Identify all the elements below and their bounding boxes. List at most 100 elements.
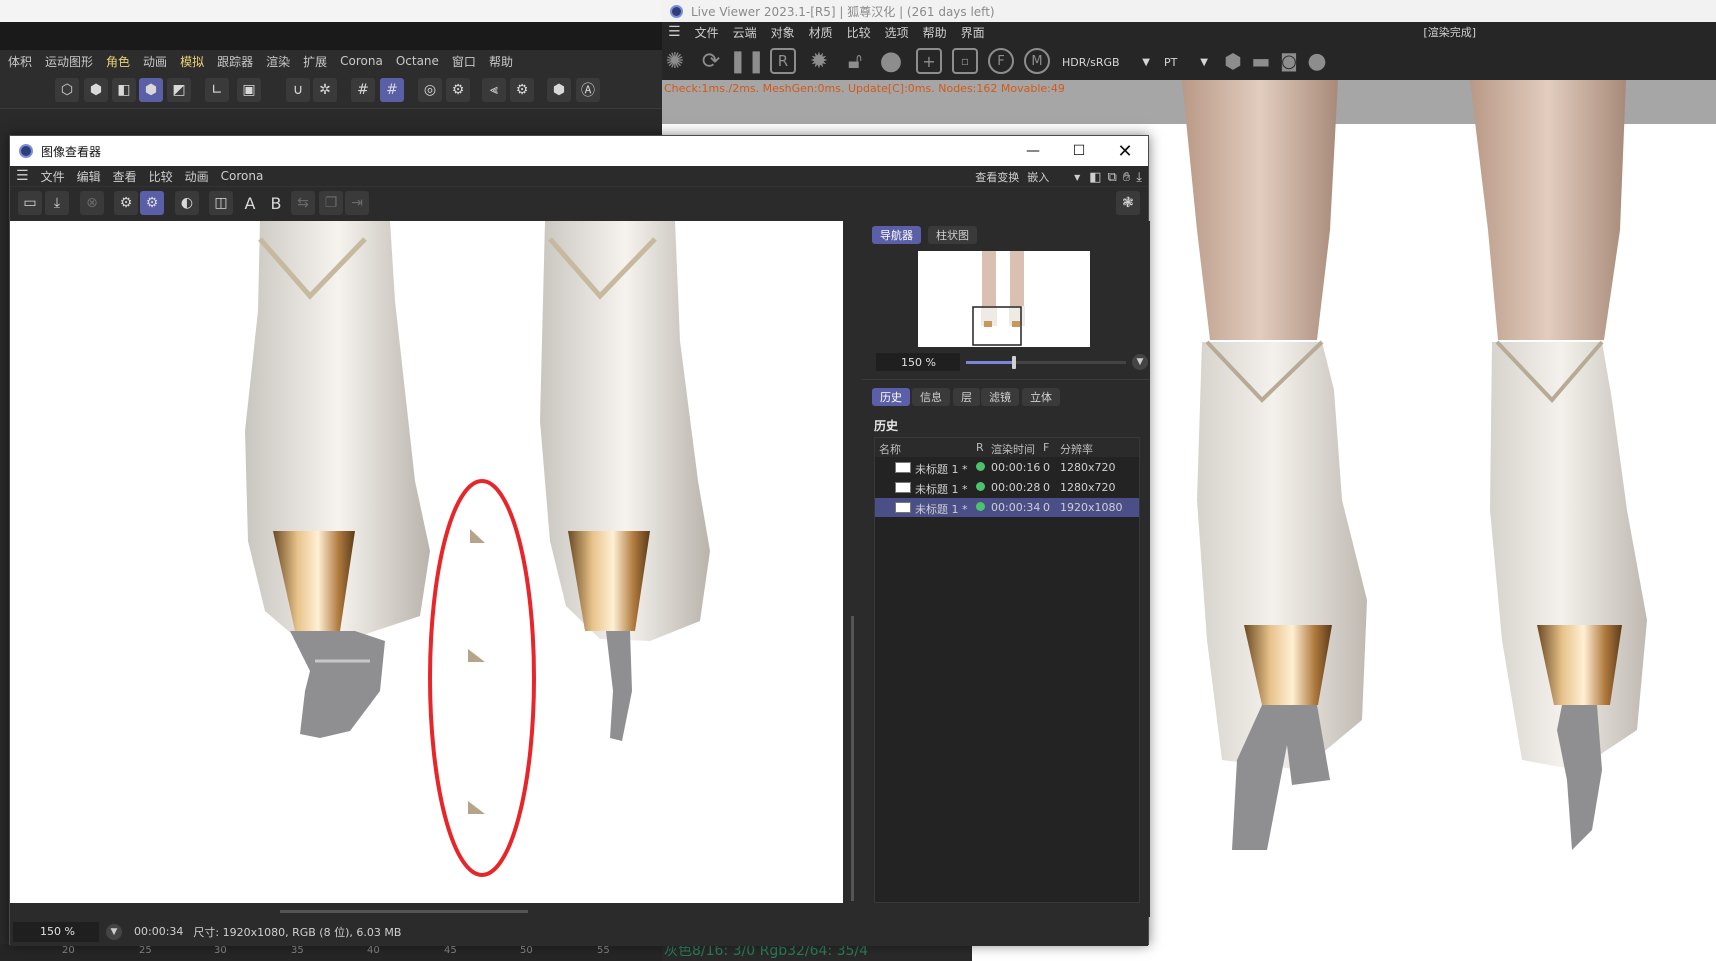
target-icon[interactable]: ◎ xyxy=(418,78,442,102)
c4d-menu-volume[interactable]: 体积 xyxy=(8,53,32,70)
vertical-scroll-thumb[interactable] xyxy=(851,616,854,901)
tab-stereo[interactable]: 立体 xyxy=(1022,388,1060,406)
compare-a-button[interactable]: A xyxy=(238,191,262,215)
render-view-icon[interactable]: ⚙ xyxy=(114,191,138,215)
history-row[interactable]: 未标题 1 * 00:00:28 0 1280x720 xyxy=(875,478,1139,497)
workplane-icon[interactable]: # xyxy=(380,78,404,102)
axis-icon[interactable]: ∟ xyxy=(205,78,229,102)
lv-menu-material[interactable]: 材质 xyxy=(809,24,833,41)
magnet-icon[interactable]: ∪ xyxy=(286,78,310,102)
hexagon-icon[interactable]: ⬢ xyxy=(1220,48,1246,74)
compare-b-button[interactable]: B xyxy=(264,191,288,215)
lock-icon[interactable]: 🔓︎ xyxy=(842,48,868,74)
c4d-menu-octane[interactable]: Octane xyxy=(396,54,439,68)
chevron-down-icon[interactable]: ▼ xyxy=(1132,354,1148,370)
c4d-menu-mograph[interactable]: 运动图形 xyxy=(45,53,93,70)
lv-menu-file[interactable]: 文件 xyxy=(695,24,719,41)
layers-icon[interactable]: ❐ xyxy=(319,191,343,215)
engine-select[interactable]: PT ▼ xyxy=(1160,52,1212,72)
grid-icon[interactable]: # xyxy=(351,78,375,102)
focus-icon[interactable]: F xyxy=(988,48,1014,74)
open-folder-icon[interactable]: ▭ xyxy=(18,191,42,215)
external-window-icon[interactable]: ⧉ xyxy=(1108,170,1117,185)
c4d-menu-tracker[interactable]: 跟踪器 xyxy=(217,53,253,70)
settings-icon[interactable]: ⚙ xyxy=(510,78,534,102)
c4d-menu-animate[interactable]: 动画 xyxy=(143,53,167,70)
split-view-icon[interactable]: ◧ xyxy=(1089,170,1101,185)
camera-icon[interactable]: ◙ xyxy=(1276,48,1302,74)
c4d-menu-window[interactable]: 窗口 xyxy=(452,53,476,70)
tab-navigator[interactable]: 导航器 xyxy=(872,226,921,244)
symmetry-icon[interactable]: ⫷ xyxy=(482,78,506,102)
lv-menu-interface[interactable]: 界面 xyxy=(961,24,985,41)
add-region-icon[interactable]: + xyxy=(916,48,942,74)
zoom-slider-knob[interactable] xyxy=(1012,356,1016,369)
pan-hand-icon[interactable]: ✋︎ xyxy=(1123,170,1130,185)
lv-menu-object[interactable]: 对象 xyxy=(771,24,795,41)
horizontal-scrollbar[interactable] xyxy=(10,906,858,916)
swap-ab-icon[interactable]: ⇆ xyxy=(291,191,315,215)
refresh-icon[interactable]: ⟳ xyxy=(698,48,724,74)
history-row[interactable]: 未标题 1 * 00:00:16 0 1280x720 xyxy=(875,458,1139,477)
export-icon[interactable]: ⇥ xyxy=(345,191,369,215)
c4d-menu-extensions[interactable]: 扩展 xyxy=(303,53,327,70)
c4d-menu-render[interactable]: 渲染 xyxy=(266,53,290,70)
render-region-icon[interactable]: ⚙ xyxy=(140,191,164,215)
tonemap-select[interactable]: HDR/sRGB ▼ xyxy=(1058,52,1154,72)
maximize-icon[interactable]: ☐ xyxy=(1056,136,1102,166)
channels-icon[interactable]: ❃ xyxy=(1116,191,1140,215)
navigator-zoom-field[interactable]: 150 % xyxy=(876,353,960,371)
texture-mode-icon[interactable]: ◩ xyxy=(167,78,191,102)
snap-settings-icon[interactable]: ✲ xyxy=(313,78,337,102)
solo-icon[interactable]: ▣ xyxy=(237,78,261,102)
zoom-field[interactable]: 150 % xyxy=(13,921,99,942)
settings-gear-icon[interactable]: ✹ xyxy=(806,48,832,74)
pin-icon[interactable]: ⤓ xyxy=(1136,170,1142,185)
iv-menu-edit[interactable]: 编辑 xyxy=(77,168,101,185)
auto-icon[interactable]: Ⓐ xyxy=(576,78,600,102)
contrast-icon[interactable]: ◐ xyxy=(175,191,199,215)
edges-mode-icon[interactable]: ⬢ xyxy=(84,78,108,102)
polygons-mode-icon[interactable]: ◧ xyxy=(112,78,136,102)
iv-menu-view[interactable]: 查看 xyxy=(113,168,137,185)
c4d-menu-help[interactable]: 帮助 xyxy=(489,53,513,70)
tab-history[interactable]: 历史 xyxy=(872,388,910,406)
save-icon[interactable]: ⤓ xyxy=(45,191,69,215)
material-ball-icon[interactable]: ● xyxy=(878,46,904,76)
c4d-menu-character[interactable]: 角色 xyxy=(106,53,130,70)
tab-info[interactable]: 信息 xyxy=(912,388,950,406)
c4d-menu-simulate[interactable]: 模拟 xyxy=(180,53,204,70)
material-pick-icon[interactable]: M xyxy=(1024,48,1050,74)
navigator-thumbnail[interactable] xyxy=(918,251,1090,347)
render-icon[interactable]: ⬢ xyxy=(547,78,571,102)
horizontal-scroll-thumb[interactable] xyxy=(280,910,528,913)
film-icon[interactable]: ▬ xyxy=(1248,48,1274,74)
stop-render-icon[interactable]: ⊗ xyxy=(80,191,104,215)
vertical-scrollbar[interactable] xyxy=(847,221,857,903)
circle-icon[interactable]: ● xyxy=(1304,48,1330,74)
hamburger-menu-icon[interactable]: ☰ xyxy=(668,24,681,40)
lv-menu-options[interactable]: 选项 xyxy=(885,24,909,41)
region-render-icon[interactable]: R xyxy=(770,48,796,74)
tab-filters[interactable]: 滤镜 xyxy=(981,388,1019,406)
c4d-menu-corona[interactable]: Corona xyxy=(340,54,383,68)
tab-histogram[interactable]: 柱状图 xyxy=(928,226,977,244)
iv-menu-corona[interactable]: Corona xyxy=(221,169,264,183)
navigator-zoom-slider[interactable] xyxy=(966,356,1126,369)
region-box-icon[interactable]: ▫ xyxy=(952,48,978,74)
lv-menu-compare[interactable]: 比较 xyxy=(847,24,871,41)
image-viewer-canvas[interactable] xyxy=(10,221,843,903)
iv-menu-compare[interactable]: 比较 xyxy=(149,168,173,185)
minimize-icon[interactable]: — xyxy=(1010,136,1056,166)
tab-layers[interactable]: 层 xyxy=(953,388,980,406)
model-mode-icon[interactable]: ⬢ xyxy=(139,78,163,102)
compare-split-icon[interactable]: ◫ xyxy=(209,191,233,215)
chevron-down-icon[interactable]: ▼ xyxy=(106,923,122,940)
lv-menu-help[interactable]: 帮助 xyxy=(923,24,947,41)
gear-icon[interactable]: ⚙ xyxy=(446,78,470,102)
history-row-selected[interactable]: 未标题 1 * 00:00:34 0 1920x1080 xyxy=(875,498,1139,517)
iv-menu-animation[interactable]: 动画 xyxy=(185,168,209,185)
pause-icon[interactable]: ❚❚ xyxy=(729,48,766,74)
close-icon[interactable]: ✕ xyxy=(1102,136,1148,166)
iv-menu-file[interactable]: 文件 xyxy=(41,168,65,185)
